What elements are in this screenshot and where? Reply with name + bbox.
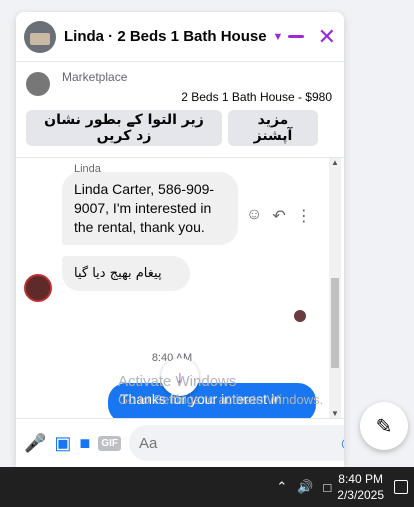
system-tray: ⌃ 🔊 □ [276,479,331,495]
marketplace-row: Marketplace 2 Beds 1 Bath House - $980 [26,70,336,104]
marketplace-panel: Marketplace 2 Beds 1 Bath House - $980 ز… [16,62,344,158]
close-icon[interactable]: ✕ [318,25,336,48]
clock-date: 2/3/2025 [337,488,384,502]
scrollbar[interactable]: ▲ ▼ [329,158,341,418]
minimize-icon[interactable] [287,35,304,38]
react-icon[interactable]: ☺ [246,206,262,226]
scroll-up-arrow-icon[interactable]: ▲ [331,158,339,167]
incoming-message[interactable]: Linda Carter, 586-909-9007, I'm interest… [62,172,238,245]
windows-taskbar: ⌃ 🔊 □ 8:40 PM 2/3/2025 [0,467,414,507]
sender-avatar[interactable] [24,274,52,302]
composer-bar: 🎤 ▣ ■ GIF ☺ 👍 [16,418,344,467]
listing-avatar[interactable] [24,20,56,53]
more-icon[interactable]: ⋮ [296,206,312,226]
listing-thumbnail[interactable] [26,72,50,96]
chevron-up-icon[interactable]: ⌃ [276,479,287,495]
seen-avatar [294,310,306,322]
marketplace-buttons: زیر التوا کے بطور نشان زد کریں مزید آپشن… [26,110,336,146]
marketplace-info: Marketplace 2 Beds 1 Bath House - $980 [62,70,336,104]
notification-icon[interactable] [394,480,408,494]
reply-icon[interactable]: ↶ [272,206,285,226]
listing-title[interactable]: 2 Beds 1 Bath House - $980 [62,90,336,104]
network-icon[interactable]: □ [323,480,331,495]
message-input[interactable] [138,434,338,452]
scroll-down-arrow-icon[interactable]: ▼ [331,409,339,418]
photo-icon[interactable]: ▣ [54,431,71,455]
gif-label: GIF [98,435,121,451]
gif-icon[interactable]: GIF [98,431,121,455]
microphone-icon[interactable]: 🎤 [24,431,46,455]
scroll-thumb[interactable] [331,278,339,368]
chat-window: Linda · 2 Beds 1 Bath House ▼ ✕ Marketpl… [16,12,344,467]
incoming-message[interactable]: پیغام بھیج دیا گیا [62,256,190,291]
sticker-icon[interactable]: ■ [79,431,90,455]
mark-pending-button[interactable]: زیر التوا کے بطور نشان زد کریں [26,110,222,146]
outgoing-message[interactable]: Thanks for your interest in [108,383,316,418]
chat-title[interactable]: Linda · 2 Beds 1 Bath House [64,28,267,45]
message-input-wrapper: ☺ [128,425,344,461]
taskbar-clock[interactable]: 8:40 PM 2/3/2025 [337,471,384,503]
new-message-icon[interactable]: ✎ [360,402,408,450]
message-list: Linda Linda Carter, 586-909-9007, I'm in… [16,158,328,418]
message-actions: ☺ ↶ ⋮ [246,206,312,226]
scroll-down-icon[interactable]: ↓ [161,358,199,396]
more-options-button[interactable]: مزید آپشنز [228,110,318,146]
clock-time: 8:40 PM [338,472,383,486]
chevron-down-icon[interactable]: ▼ [273,31,284,43]
emoji-icon[interactable]: ☺ [338,433,344,454]
chat-header: Linda · 2 Beds 1 Bath House ▼ ✕ [16,12,344,62]
marketplace-label: Marketplace [62,70,128,84]
volume-icon[interactable]: 🔊 [297,479,313,495]
